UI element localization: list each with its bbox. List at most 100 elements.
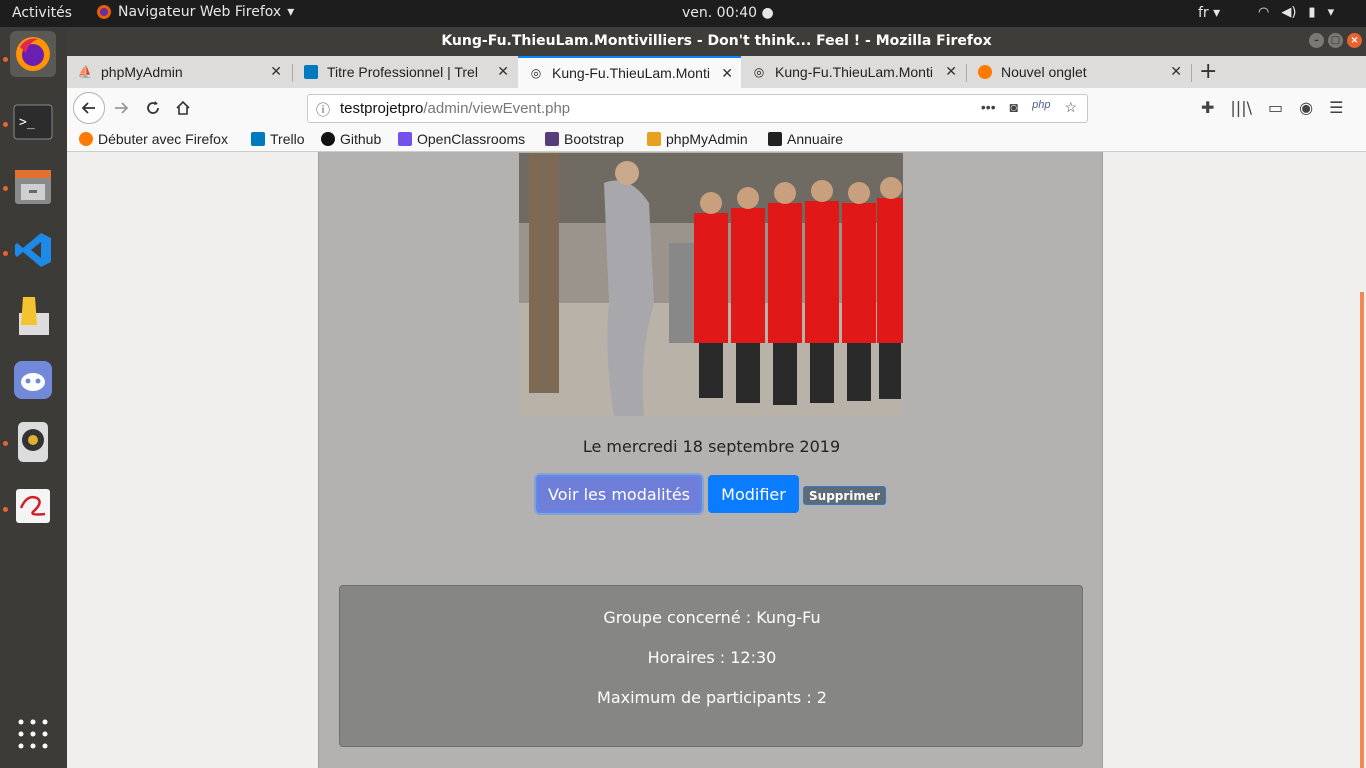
bookmark-github[interactable]: Github xyxy=(321,131,381,147)
dock-discord[interactable] xyxy=(10,357,56,403)
tab-label: Kung-Fu.ThieuLam.Monti xyxy=(552,65,710,81)
scrollbar[interactable] xyxy=(1360,292,1364,768)
site-icon: ◎ xyxy=(753,65,765,79)
terminal-icon: >_ xyxy=(13,104,53,140)
dock-terminal[interactable]: >_ xyxy=(10,99,56,145)
tab-titre-professionnel[interactable]: Titre Professionnel | Trel ✕ xyxy=(293,56,517,88)
bookmark-openclassrooms[interactable]: OpenClassrooms xyxy=(398,131,525,147)
new-tab-button[interactable]: + xyxy=(1199,59,1217,84)
tab-phpmyadmin[interactable]: ⛵ phpMyAdmin ✕ xyxy=(67,56,290,88)
php-extension-icon[interactable]: php xyxy=(1032,99,1050,116)
minimize-button[interactable]: – xyxy=(1309,33,1324,48)
account-icon[interactable]: ◉ xyxy=(1299,98,1313,117)
site-icon: ◎ xyxy=(530,66,542,80)
notification-dot-icon: ● xyxy=(761,5,774,21)
url-host: testprojetpro xyxy=(340,100,424,117)
bookmark-label: OpenClassrooms xyxy=(417,131,526,147)
back-button[interactable] xyxy=(73,92,105,124)
keyboard-language[interactable]: fr ▾ xyxy=(1198,5,1220,21)
info-icon[interactable]: ⓘ xyxy=(316,100,330,120)
event-date: Le mercredi 18 septembre 2019 xyxy=(582,437,841,456)
bookmark-label: Trello xyxy=(270,131,305,147)
home-button[interactable] xyxy=(171,96,195,120)
extensions-icon[interactable]: ✚ xyxy=(1201,98,1214,117)
event-details-box: Groupe concerné : Kung-Fu Horaires : 12:… xyxy=(339,585,1083,747)
pocket-icon[interactable]: ◙ xyxy=(1010,99,1018,116)
bookmark-star-icon[interactable]: ☆ xyxy=(1064,99,1077,116)
close-tab-icon[interactable]: ✕ xyxy=(721,65,733,82)
close-tab-icon[interactable]: ✕ xyxy=(945,63,957,80)
bookmark-label: phpMyAdmin xyxy=(666,131,748,147)
bookmark-bootstrap[interactable]: Bootstrap xyxy=(545,131,624,147)
launcher-dock: >_ xyxy=(0,27,67,768)
tab-nouvel-onglet[interactable]: Nouvel onglet ✕ xyxy=(967,56,1190,88)
url-bar[interactable]: ⓘ testprojetpro/admin/viewEvent.php ••• … xyxy=(307,94,1088,123)
modifier-button[interactable]: Modifier xyxy=(708,475,799,513)
dock-document-viewer[interactable] xyxy=(10,483,56,529)
menu-hamburger-icon[interactable]: ☰ xyxy=(1329,98,1343,117)
wifi-icon: ◠ xyxy=(1258,5,1270,20)
window-title-bar: Kung-Fu.ThieuLam.Montivilliers - Don't t… xyxy=(67,27,1366,56)
firefox-icon xyxy=(16,37,50,71)
window-title: Kung-Fu.ThieuLam.Montivilliers - Don't t… xyxy=(441,33,992,49)
bookmark-debuter-firefox[interactable]: Débuter avec Firefox xyxy=(79,131,228,147)
system-top-bar: Activités Navigateur Web Firefox ▾ ven. … xyxy=(0,0,1366,27)
volume-icon: ◀) xyxy=(1281,5,1297,20)
dock-firefox[interactable] xyxy=(10,31,56,77)
trello-icon xyxy=(251,132,265,146)
url-path: /admin/viewEvent.php xyxy=(423,100,571,117)
bookmark-label: Github xyxy=(340,131,382,147)
tab-label: Titre Professionnel | Trel xyxy=(327,64,478,80)
forward-button[interactable] xyxy=(109,96,133,120)
bookmark-label: Annuaire xyxy=(787,131,844,147)
library-icon[interactable]: |||\ xyxy=(1230,98,1252,117)
reload-icon xyxy=(147,101,159,114)
dock-bleachbit[interactable] xyxy=(10,293,56,339)
tab-kungfu-active[interactable]: ◎ Kung-Fu.ThieuLam.Monti ✕ xyxy=(518,56,741,88)
files-icon xyxy=(15,170,51,204)
page-actions-icon[interactable]: ••• xyxy=(981,99,996,116)
url-text: testprojetpro/admin/viewEvent.php xyxy=(340,100,570,117)
bookmark-phpmyadmin[interactable]: phpMyAdmin xyxy=(647,131,748,147)
sidebar-icon[interactable]: ▭ xyxy=(1268,98,1283,117)
github-icon xyxy=(321,132,335,146)
firefox-icon xyxy=(97,5,111,19)
kungfu-group-photo xyxy=(519,153,903,416)
tab-kungfu[interactable]: ◎ Kung-Fu.ThieuLam.Monti ✕ xyxy=(741,56,965,88)
tab-label: Nouvel onglet xyxy=(1001,64,1087,80)
close-window-button[interactable]: × xyxy=(1347,33,1362,48)
arrow-right-icon xyxy=(115,102,129,114)
bookmark-trello[interactable]: Trello xyxy=(251,131,305,147)
reload-button[interactable] xyxy=(141,96,165,120)
app-menu[interactable]: Navigateur Web Firefox ▾ xyxy=(96,4,294,20)
clock[interactable]: ven. 00:40 ● xyxy=(682,5,774,21)
dock-rhythmbox[interactable] xyxy=(10,419,56,465)
arrow-left-icon xyxy=(81,102,95,114)
battery-icon: ▮ xyxy=(1308,5,1316,20)
supprimer-button[interactable]: Supprimer xyxy=(803,486,886,505)
cleaner-icon xyxy=(19,297,49,335)
activities-button[interactable]: Activités xyxy=(12,5,72,21)
tab-label: phpMyAdmin xyxy=(101,64,183,80)
dock-files[interactable] xyxy=(10,163,56,209)
tab-strip: ⛵ phpMyAdmin ✕ Titre Professionnel | Tre… xyxy=(67,56,1366,88)
show-applications-button[interactable] xyxy=(10,711,56,757)
close-tab-icon[interactable]: ✕ xyxy=(497,63,509,80)
phpmyadmin-icon: ⛵ xyxy=(77,65,93,79)
bookmark-annuaire[interactable]: Annuaire xyxy=(768,131,843,147)
annuaire-icon xyxy=(768,132,782,146)
close-tab-icon[interactable]: ✕ xyxy=(270,63,282,80)
maximum-participants: Maximum de participants : 2 xyxy=(597,688,827,707)
discord-icon xyxy=(14,361,52,399)
chevron-down-icon: ▾ xyxy=(287,4,295,20)
trello-icon xyxy=(303,64,319,80)
vscode-icon xyxy=(15,233,51,267)
close-tab-icon[interactable]: ✕ xyxy=(1170,63,1182,80)
voir-modalites-button[interactable]: Voir les modalités xyxy=(536,475,702,513)
grid-icon xyxy=(18,719,48,749)
maximize-button[interactable]: □ xyxy=(1328,33,1343,48)
clock-text: ven. 00:40 xyxy=(682,5,758,21)
dock-vscode[interactable] xyxy=(10,227,56,273)
system-tray[interactable]: ◠ ◀) ▮ ▾ xyxy=(1258,5,1334,20)
document-viewer-icon xyxy=(16,489,50,523)
